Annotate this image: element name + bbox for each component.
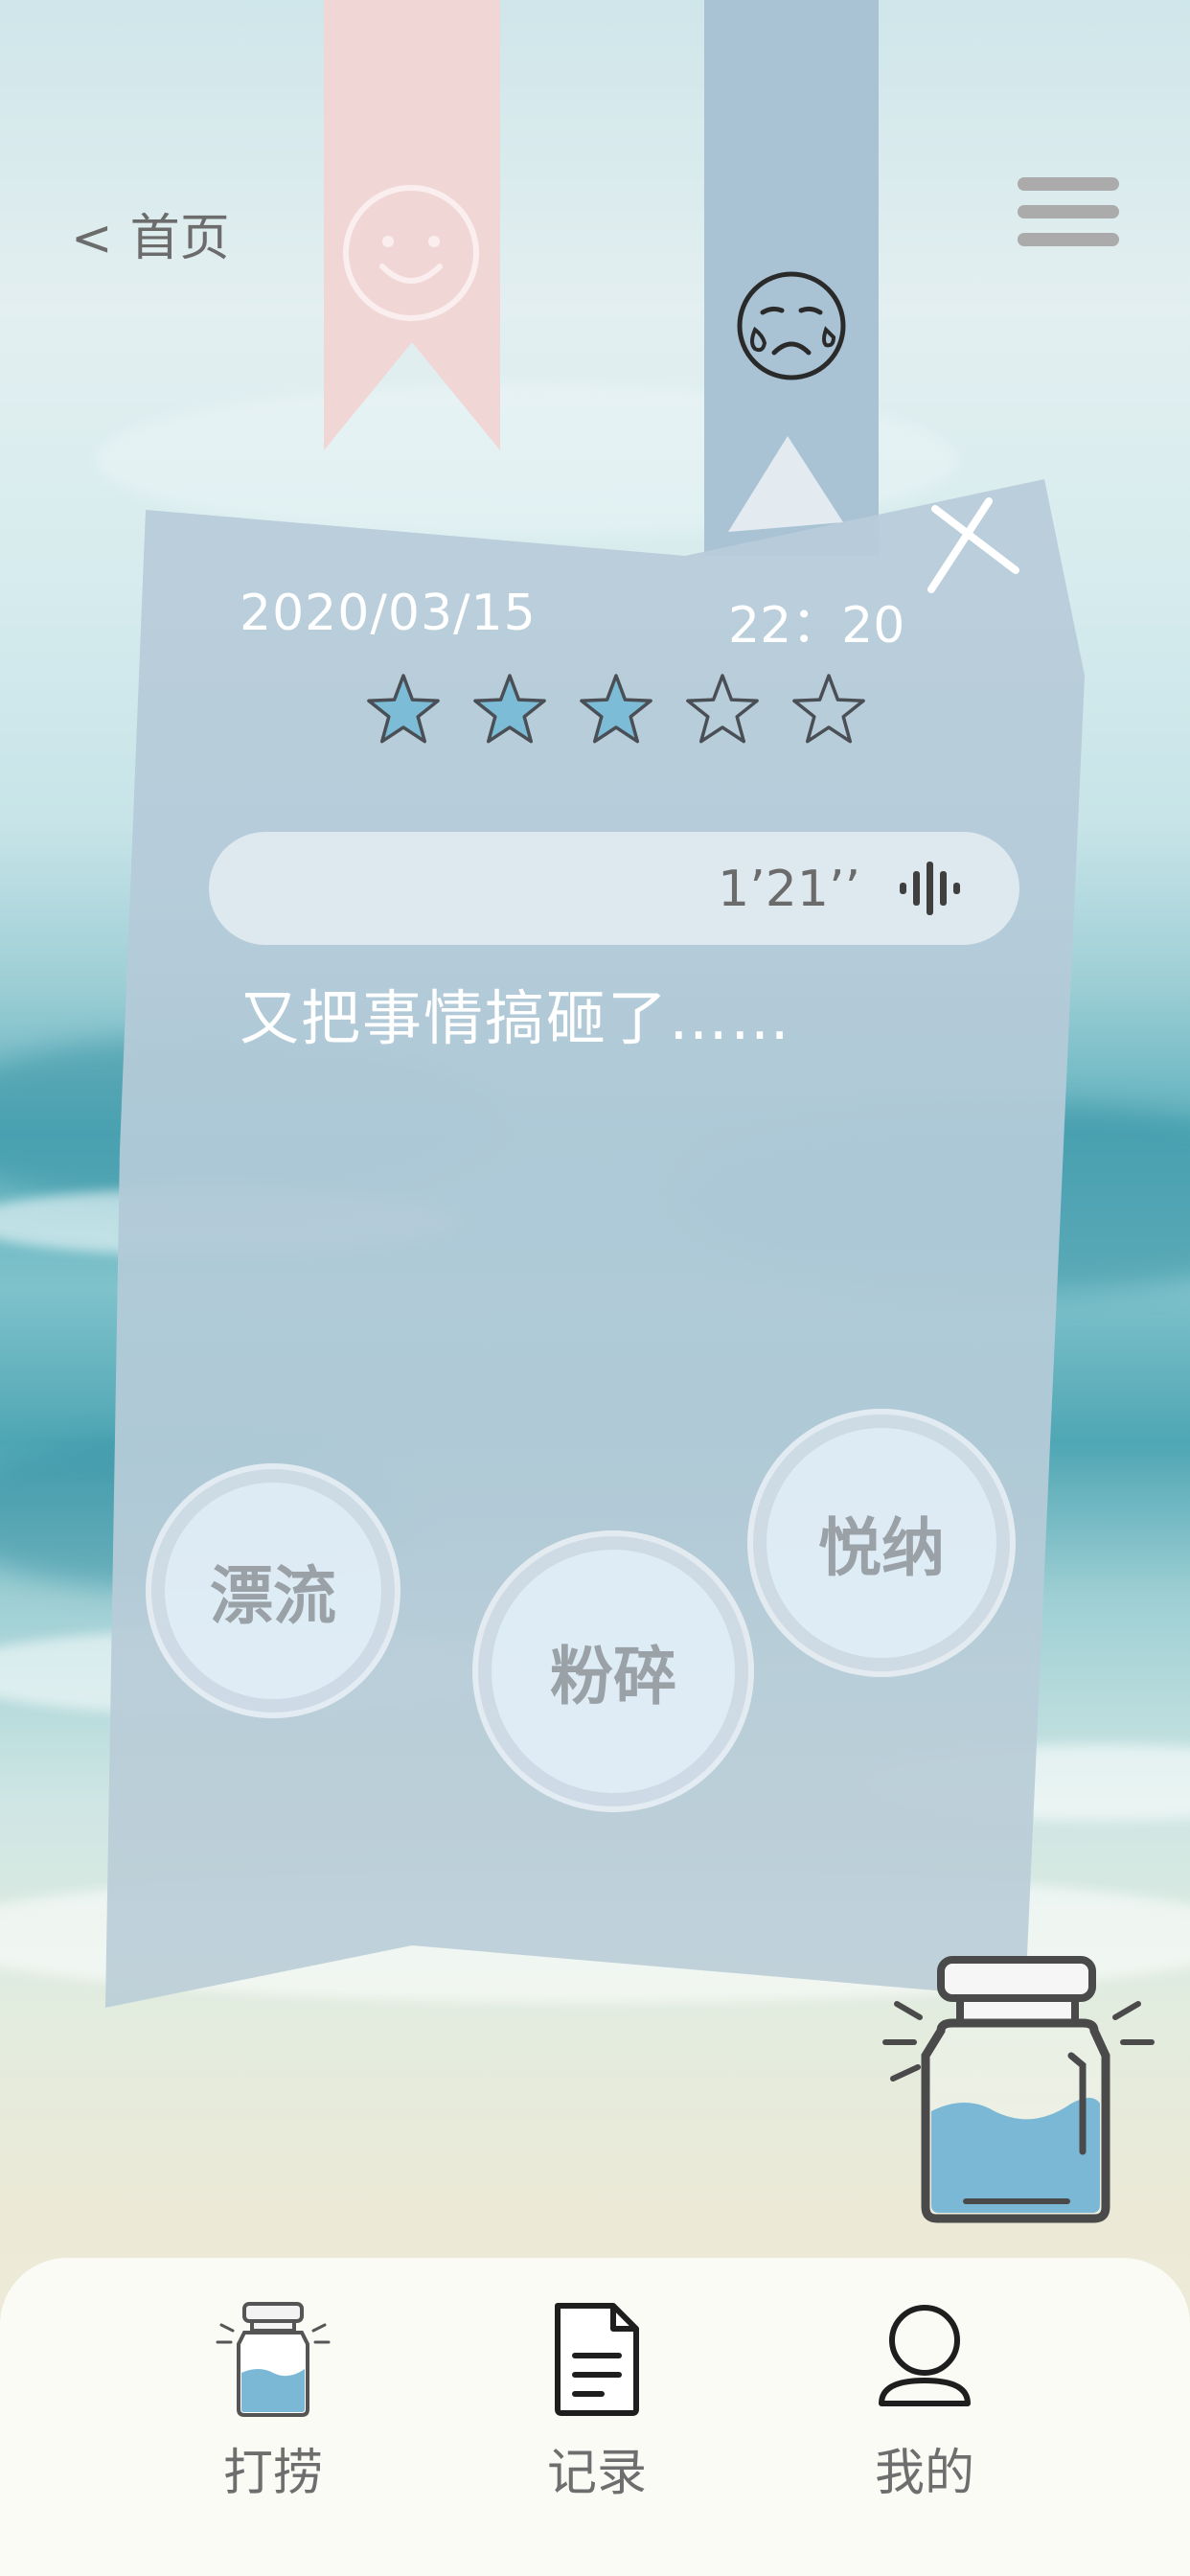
mood-rating[interactable]	[364, 671, 872, 757]
voice-message-bar[interactable]: 1’21’’	[209, 832, 1019, 945]
entry-note-text: 又把事情搞砸了……	[240, 983, 792, 1053]
star-filled-icon[interactable]	[577, 671, 655, 749]
crush-button[interactable]: 粉碎	[492, 1550, 735, 1793]
bottle-jar-icon[interactable]	[880, 1950, 1157, 2228]
accept-button[interactable]: 悦纳	[767, 1428, 996, 1658]
entry-date: 2020/03/15	[240, 585, 537, 642]
tab-records-label: 记录	[546, 2445, 647, 2502]
star-empty-icon[interactable]	[790, 671, 868, 749]
voice-duration: 1’21’’	[718, 861, 860, 918]
jar-icon	[216, 2302, 331, 2417]
star-filled-icon[interactable]	[470, 671, 549, 749]
tab-mine-label: 我的	[874, 2445, 974, 2502]
tab-records[interactable]: 记录	[492, 2258, 702, 2576]
bottom-tab-bar: 打捞 记录 我的	[0, 2258, 1190, 2576]
tab-salvage[interactable]: 打捞	[168, 2258, 378, 2576]
tab-salvage-label: 打捞	[222, 2445, 323, 2502]
tab-mine[interactable]: 我的	[819, 2258, 1030, 2576]
drift-button[interactable]: 漂流	[165, 1483, 381, 1699]
star-filled-icon[interactable]	[364, 671, 443, 749]
star-empty-icon[interactable]	[683, 671, 762, 749]
user-icon	[879, 2305, 971, 2406]
entry-time: 22：20	[728, 597, 905, 655]
close-icon[interactable]	[920, 494, 1027, 601]
audio-wave-icon	[900, 862, 960, 915]
document-icon	[555, 2303, 639, 2416]
